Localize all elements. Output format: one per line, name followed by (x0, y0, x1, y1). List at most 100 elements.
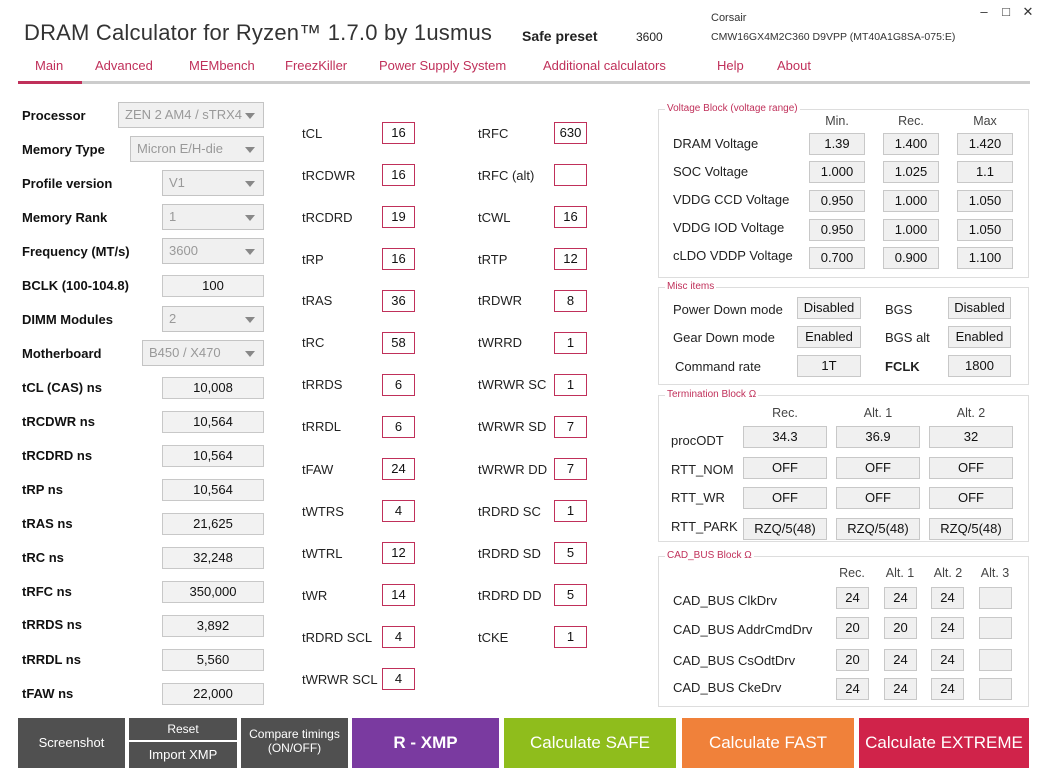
cadbus-value (979, 617, 1012, 639)
timing-label: tRDWR (478, 293, 523, 308)
memory-rank-select[interactable]: 1 (162, 204, 264, 230)
timing-label: tRFC (478, 126, 509, 141)
calculate-safe-button[interactable]: Calculate SAFE (504, 718, 676, 768)
bclk-input[interactable]: 100 (162, 275, 264, 297)
frequency-value: 3600 (169, 243, 198, 258)
chevron-down-icon (245, 215, 255, 221)
voltage-value: 1.000 (809, 161, 865, 183)
timing-input[interactable]: 4 (382, 626, 415, 648)
timing-label: tRDRD DD (478, 588, 542, 603)
column-header: Alt. 1 (885, 566, 915, 580)
tab-main[interactable]: Main (35, 58, 63, 73)
minimize-icon[interactable]: – (976, 4, 992, 19)
rxmp-button[interactable]: R - XMP (352, 718, 499, 768)
tab-freezkiller[interactable]: FreezKiller (285, 58, 347, 73)
frequency-select[interactable]: 3600 (162, 238, 264, 264)
cadbus-value: 20 (884, 617, 917, 639)
tab-help[interactable]: Help (717, 58, 744, 73)
ns-label: tRAS ns (22, 516, 73, 531)
timing-input[interactable]: 6 (382, 374, 415, 396)
timing-input[interactable]: 1 (554, 332, 587, 354)
profile-version-value: V1 (169, 175, 185, 190)
tab-advanced[interactable]: Advanced (95, 58, 153, 73)
column-header: Alt. 2 (956, 406, 986, 420)
processor-select[interactable]: ZEN 2 AM4 / sTRX4 (118, 102, 264, 128)
memory-rank-label: Memory Rank (22, 210, 108, 225)
voltage-value: 1.025 (883, 161, 939, 183)
cadbus-value (979, 587, 1012, 609)
column-header: Rec. (898, 114, 924, 128)
voltage-value: 1.400 (883, 133, 939, 155)
timing-input[interactable]: 5 (554, 584, 587, 606)
timing-input[interactable]: 630 (554, 122, 587, 144)
timing-label: tRTP (478, 252, 508, 267)
maximize-icon[interactable]: □ (998, 4, 1014, 19)
ns-label: tRP ns (22, 482, 63, 497)
fclk-label: FCLK (885, 359, 920, 374)
frequency-label: Frequency (MT/s) (22, 244, 130, 259)
motherboard-select[interactable]: B450 / X470 (142, 340, 264, 366)
timing-input[interactable]: 12 (382, 542, 415, 564)
tab-membench[interactable]: MEMbench (189, 58, 255, 73)
timing-input[interactable]: 4 (382, 500, 415, 522)
cadbus-value: 20 (836, 649, 869, 671)
timing-input[interactable]: 16 (382, 122, 415, 144)
timing-input[interactable] (554, 164, 587, 186)
bgs-value[interactable]: Disabled (948, 297, 1011, 319)
tab-additional-calculators[interactable]: Additional calculators (543, 58, 666, 73)
timing-input[interactable]: 1 (554, 626, 587, 648)
cadbus-label: CAD_BUS AddrCmdDrv (673, 622, 813, 637)
memory-type-value: Micron E/H-die (137, 141, 223, 156)
voltage-value: 0.950 (809, 219, 865, 241)
screenshot-button[interactable]: Screenshot (18, 718, 125, 768)
timing-input[interactable]: 14 (382, 584, 415, 606)
timing-input[interactable]: 5 (554, 542, 587, 564)
timing-input[interactable]: 16 (382, 164, 415, 186)
timing-input[interactable]: 58 (382, 332, 415, 354)
timing-input[interactable]: 6 (382, 416, 415, 438)
profile-version-select[interactable]: V1 (162, 170, 264, 196)
timing-input[interactable]: 1 (554, 374, 587, 396)
compare-timings-button[interactable]: Compare timings (ON/OFF) (241, 718, 348, 768)
timing-input[interactable]: 19 (382, 206, 415, 228)
tab-about[interactable]: About (777, 58, 811, 73)
timing-input[interactable]: 24 (382, 458, 415, 480)
cadbus-label: CAD_BUS CsOdtDrv (673, 653, 796, 668)
timing-input[interactable]: 36 (382, 290, 415, 312)
gear-down-value[interactable]: Enabled (797, 326, 861, 348)
reset-button[interactable]: Reset (129, 718, 237, 740)
timing-input[interactable]: 1 (554, 500, 587, 522)
timing-input[interactable]: 16 (382, 248, 415, 270)
calculate-fast-button[interactable]: Calculate FAST (682, 718, 854, 768)
import-xmp-button[interactable]: Import XMP (129, 742, 237, 768)
ns-label: tRRDL ns (22, 652, 81, 667)
voltage-value: 1.000 (883, 190, 939, 212)
timing-input[interactable]: 7 (554, 458, 587, 480)
ns-value: 3,892 (162, 615, 264, 637)
calculate-extreme-button[interactable]: Calculate EXTREME (859, 718, 1029, 768)
memory-type-select[interactable]: Micron E/H-die (130, 136, 264, 162)
tab-power-supply-system[interactable]: Power Supply System (379, 58, 506, 73)
termination-label: RTT_PARK (671, 519, 738, 534)
cadbus-label: CAD_BUS ClkDrv (673, 593, 778, 608)
voltage-value: 1.050 (957, 190, 1013, 212)
bgs-alt-value[interactable]: Enabled (948, 326, 1011, 348)
voltage-label: VDDG IOD Voltage (673, 220, 785, 235)
timing-label: tFAW (302, 462, 334, 477)
preset-label: Safe preset (522, 28, 598, 44)
timing-input[interactable]: 8 (554, 290, 587, 312)
cadbus-value: 24 (931, 678, 964, 700)
termination-value: OFF (836, 487, 920, 509)
bgs-label: BGS (885, 302, 913, 317)
power-down-value[interactable]: Disabled (797, 297, 861, 319)
dimm-modules-select[interactable]: 2 (162, 306, 264, 332)
compare-timings-label: Compare timings (249, 727, 340, 741)
timing-input[interactable]: 12 (554, 248, 587, 270)
timing-input[interactable]: 7 (554, 416, 587, 438)
close-icon[interactable]: ✕ (1020, 4, 1036, 20)
timing-input[interactable]: 16 (554, 206, 587, 228)
termination-block: Termination Block Ω Rec. Alt. 1 Alt. 2 p… (658, 389, 1029, 542)
timing-label: tRRDL (302, 419, 342, 434)
chevron-down-icon (245, 147, 255, 153)
timing-input[interactable]: 4 (382, 668, 415, 690)
